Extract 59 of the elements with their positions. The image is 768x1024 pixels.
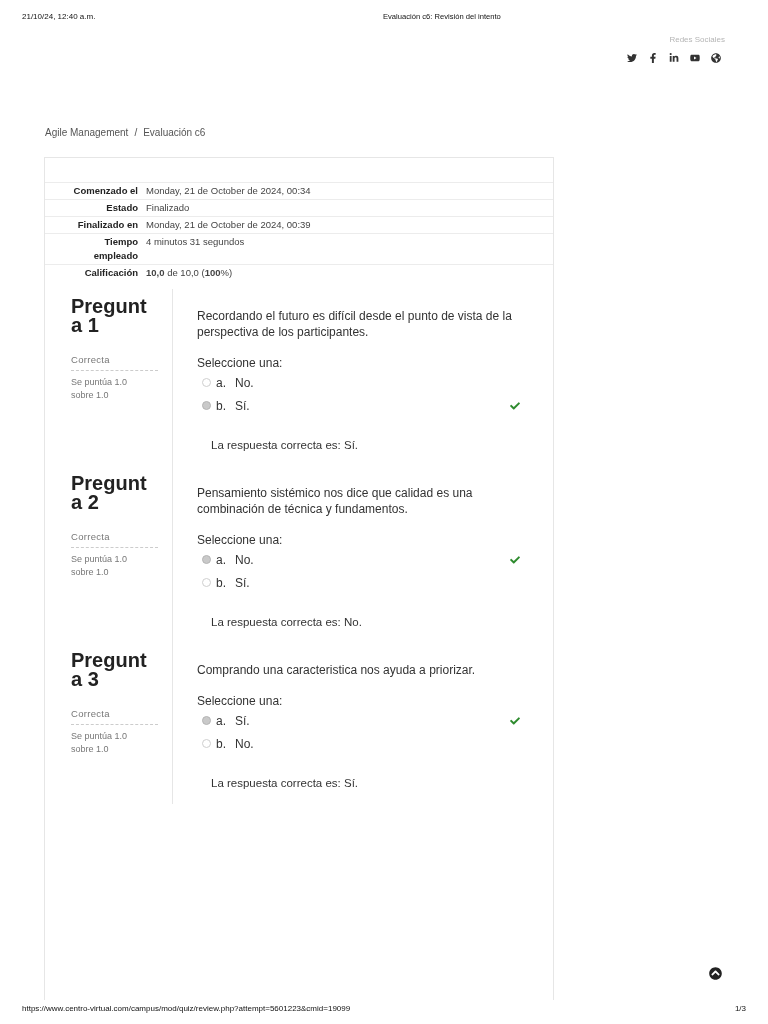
- option-text: No.: [235, 374, 254, 392]
- radio-button[interactable]: [202, 401, 211, 410]
- option-letter: b.: [216, 735, 227, 753]
- twitter-icon[interactable]: [627, 53, 637, 63]
- question-text: Comprando una caracteristica nos ayuda a priorizar.: [197, 662, 477, 678]
- summary-label: Comenzado el: [72, 184, 138, 198]
- summary-value: 10,0 de 10,0 (100%): [145, 266, 233, 280]
- print-date: 21/10/24, 12:40 a.m.: [22, 11, 97, 23]
- summary-label: Finalizado en: [76, 218, 138, 232]
- answer-prompt: Seleccione una:: [197, 693, 284, 709]
- summary-value: Finalizado: [145, 201, 190, 215]
- question-text: Pensamiento sistémico nos dice que calidad es una combinación de técnica y fundamentos.: [197, 485, 474, 517]
- linkedin-icon[interactable]: [669, 53, 679, 63]
- correct-answer-feedback: La respuesta correcta es: Sí.: [210, 438, 360, 453]
- correct-answer-feedback: La respuesta correcta es: No.: [210, 615, 363, 630]
- breadcrumb-link[interactable]: Evaluación c6: [143, 125, 206, 140]
- option-text: Sí.: [235, 574, 250, 592]
- question-number: Pregunta 1: [71, 297, 148, 335]
- option-letter: b.: [216, 397, 227, 415]
- option-letter: a.: [216, 712, 227, 730]
- option-letter: a.: [216, 551, 227, 569]
- question-text: Recordando el futuro es difícil desde el punto de vista de la perspectiva de los participantes.: [197, 308, 513, 340]
- question-status: Correcta: [71, 354, 111, 366]
- question-score: Se puntúa 1.0 sobre 1.0: [71, 553, 129, 579]
- youtube-icon[interactable]: [690, 53, 700, 63]
- radio-button[interactable]: [202, 578, 211, 587]
- breadcrumb-separator: /: [134, 126, 138, 140]
- page-number: 1/3: [734, 1003, 746, 1015]
- question-number: Pregunta 3: [71, 651, 148, 689]
- social-heading: Redes Sociales: [669, 34, 725, 46]
- question-status: Correcta: [71, 708, 111, 720]
- summary-label: Estado: [105, 201, 138, 215]
- answer-prompt: Seleccione una:: [197, 532, 284, 548]
- option-letter: b.: [216, 574, 227, 592]
- radio-button[interactable]: [202, 716, 211, 725]
- scroll-to-top-icon[interactable]: [709, 967, 722, 980]
- option-text: No.: [235, 735, 254, 753]
- radio-button[interactable]: [202, 378, 211, 387]
- question-score: Se puntúa 1.0 sobre 1.0: [71, 376, 129, 402]
- option-text: Sí.: [235, 397, 250, 415]
- option-letter: a.: [216, 374, 227, 392]
- correct-answer-feedback: La respuesta correcta es: Sí.: [210, 776, 360, 791]
- summary-label: Tiempo empleado: [92, 235, 138, 263]
- radio-button[interactable]: [202, 555, 211, 564]
- question-status: Correcta: [71, 531, 111, 543]
- summary-label: Calificación: [83, 266, 138, 280]
- question-score: Se puntúa 1.0 sobre 1.0: [71, 730, 129, 756]
- summary-value: Monday, 21 de October de 2024, 00:39: [145, 218, 311, 232]
- option-text: No.: [235, 551, 254, 569]
- summary-value: Monday, 21 de October de 2024, 00:34: [145, 184, 311, 198]
- facebook-icon[interactable]: [648, 53, 658, 63]
- answer-prompt: Seleccione una:: [197, 355, 284, 371]
- radio-button[interactable]: [202, 739, 211, 748]
- option-text: Sí.: [235, 712, 250, 730]
- summary-value: 4 minutos 31 segundos: [145, 235, 245, 249]
- question-number: Pregunta 2: [71, 474, 148, 512]
- globe-icon[interactable]: [711, 53, 721, 63]
- page-url: https://www.centro-virtual.com/campus/mod/quiz/review.php?attempt=5601223&cmid=19099: [22, 1003, 351, 1015]
- breadcrumb-link[interactable]: Agile Management: [45, 125, 129, 140]
